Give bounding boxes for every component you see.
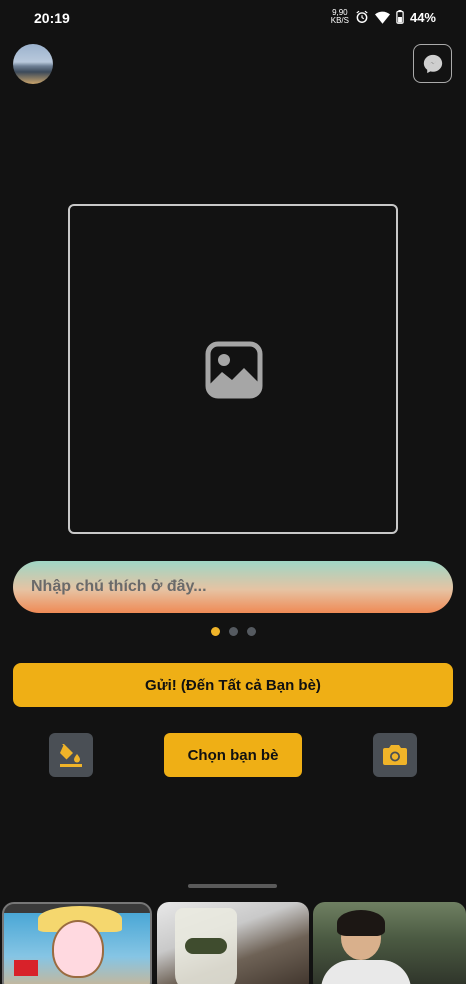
- send-to-all-friends-button[interactable]: Gửi! (Đến Tất cả Bạn bè): [13, 663, 453, 707]
- status-time: 20:19: [34, 10, 70, 26]
- camera-button[interactable]: [373, 733, 417, 777]
- page-dot-3[interactable]: [247, 627, 256, 636]
- photo-gallery: [0, 900, 466, 984]
- avatar[interactable]: [13, 44, 53, 84]
- paint-bucket-icon: [60, 744, 82, 767]
- fill-color-button[interactable]: [49, 733, 93, 777]
- gallery-thumbnail[interactable]: [313, 902, 466, 984]
- image-icon: [205, 341, 263, 399]
- caption-input[interactable]: Nhập chú thích ở đây...: [13, 561, 453, 613]
- gallery-thumbnail[interactable]: [2, 902, 152, 984]
- battery-level: 44%: [409, 9, 436, 25]
- thumbnail-art: [321, 960, 411, 984]
- messenger-button[interactable]: [413, 44, 452, 83]
- page-indicator: [211, 627, 256, 636]
- caption-placeholder: Nhập chú thích ở đây...: [31, 578, 207, 595]
- gallery-thumbnail[interactable]: [157, 902, 309, 984]
- network-speed: 9,90 KB/S: [330, 8, 349, 25]
- alarm-icon: [356, 10, 368, 23]
- messenger-icon: [423, 54, 442, 73]
- status-icons: 9,90 KB/S 44%: [331, 9, 436, 25]
- battery-icon: [396, 10, 404, 24]
- page-dot-1[interactable]: [211, 627, 220, 636]
- choose-friends-button[interactable]: Chọn bạn bè: [164, 733, 302, 777]
- status-bar: 20:19 9,90 KB/S 44%: [0, 0, 466, 36]
- wifi-icon: [374, 11, 390, 24]
- image-preview-frame[interactable]: [68, 204, 398, 534]
- camera-icon: [383, 745, 407, 765]
- page-dot-2[interactable]: [229, 627, 238, 636]
- bottom-sheet-handle[interactable]: [188, 884, 277, 888]
